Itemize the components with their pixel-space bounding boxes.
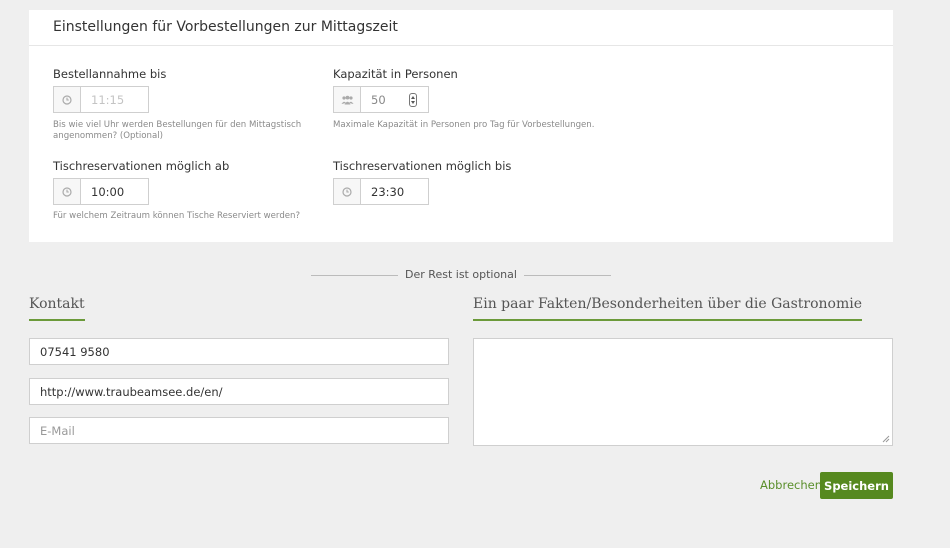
clock-icon [334,179,361,204]
capacity-value: 50 [371,92,386,107]
facts-textarea[interactable] [473,338,893,446]
order-until-input[interactable]: 11:15 [53,86,149,113]
reservations-from-help: Für welchem Zeitraum können Tische Reser… [53,211,301,221]
email-field[interactable]: E-Mail [29,417,449,444]
phone-field[interactable]: 07541 9580 [29,338,449,365]
reservations-until-label: Tischreservationen möglich bis [333,159,512,173]
website-field[interactable]: http://www.traubeamsee.de/en/ [29,378,449,405]
clock-icon [54,87,81,112]
reservations-from-label: Tischreservationen möglich ab [53,159,230,173]
resize-grip-icon[interactable] [882,435,890,443]
capacity-stepper[interactable]: 50 [333,86,429,113]
cancel-link[interactable]: Abbrechen [760,478,822,492]
spinner-arrows-icon[interactable] [409,93,417,107]
capacity-help: Maximale Kapazität in Personen pro Tag f… [333,120,595,130]
order-until-help: Bis wie viel Uhr werden Bestellungen für… [53,120,302,141]
order-until-placeholder: 11:15 [91,92,125,107]
lunch-preorder-settings-card: Einstellungen für Vorbestellungen zur Mi… [29,10,893,242]
capacity-label: Kapazität in Personen [333,67,458,81]
reservations-until-value: 23:30 [371,184,405,199]
contact-section-title: Kontakt [29,296,85,321]
reservations-from-input[interactable]: 10:00 [53,178,149,205]
divider-line-left [311,275,398,276]
reservations-until-input[interactable]: 23:30 [333,178,429,205]
order-until-label: Bestellannahme bis [53,67,167,81]
card-header: Einstellungen für Vorbestellungen zur Mi… [29,10,893,46]
clock-icon [54,179,81,204]
card-title: Einstellungen für Vorbestellungen zur Mi… [53,19,398,35]
save-button[interactable]: Speichern [820,472,893,499]
facts-section-title: Ein paar Fakten/Besonderheiten über die … [473,296,863,321]
people-icon [334,87,361,112]
divider-line-right [524,275,611,276]
optional-divider-text: Der Rest ist optional [405,268,517,281]
reservations-from-value: 10:00 [91,184,125,199]
